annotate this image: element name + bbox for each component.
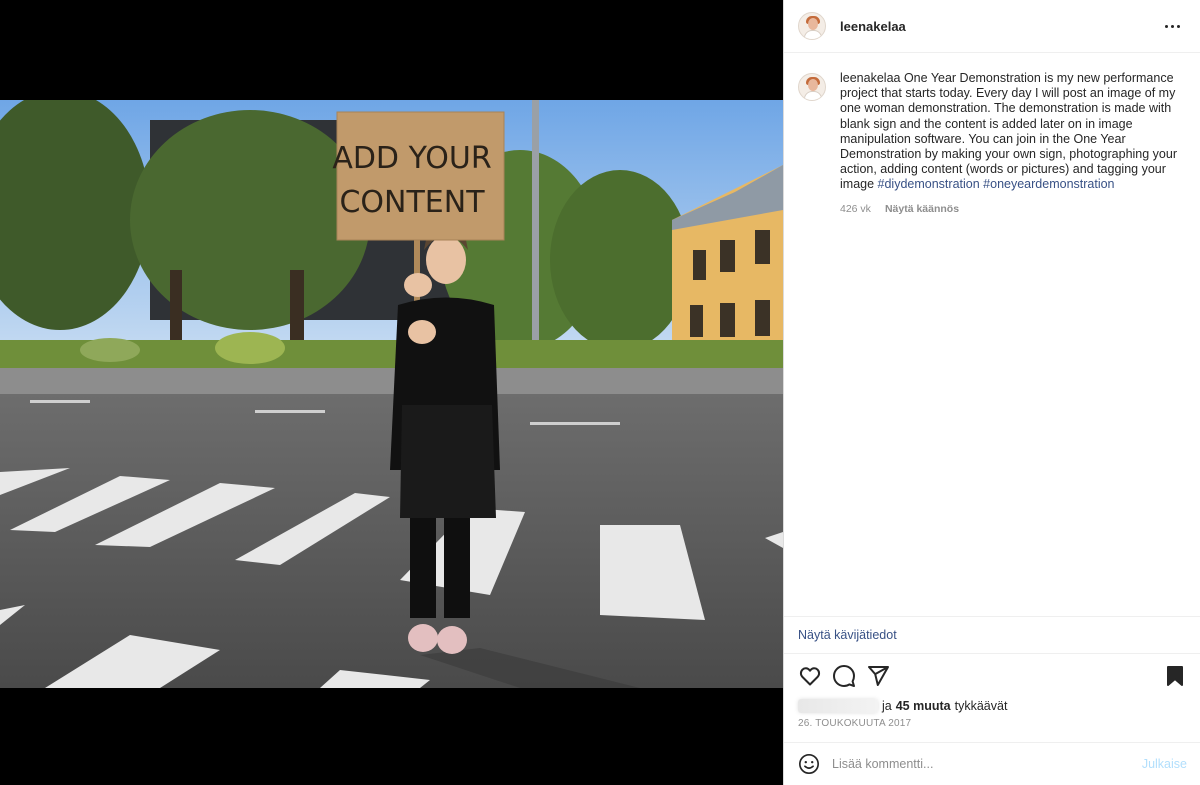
post-media: ADD YOUR CONTENT — [0, 0, 783, 785]
heart-icon[interactable] — [798, 664, 822, 688]
comment-input[interactable] — [832, 757, 1142, 771]
bookmark-icon[interactable] — [1163, 664, 1187, 688]
caption-username[interactable]: leenakelaa — [840, 71, 900, 85]
post-photo[interactable]: ADD YOUR CONTENT — [0, 100, 783, 688]
likes-suffix: tykkäävät — [954, 699, 1008, 713]
insights-bar: Näytä kävijätiedot — [784, 616, 1200, 654]
avatar[interactable] — [798, 12, 826, 40]
post-dialog: ADD YOUR CONTENT leenakelaa leenakelaa O… — [0, 0, 1200, 785]
action-bar — [784, 660, 1200, 692]
sign-text-line2: CONTENT — [339, 185, 485, 220]
photo-illustration: ADD YOUR CONTENT — [0, 100, 783, 688]
share-icon[interactable] — [866, 664, 890, 688]
caption-meta: 426 vk Näytä käännös — [840, 202, 1180, 217]
post-date: 26. TOUKOKUUTA 2017 — [798, 718, 912, 729]
header-username[interactable]: leenakelaa — [840, 19, 906, 34]
translate-button[interactable]: Näytä käännös — [885, 202, 959, 217]
post-age: 426 vk — [840, 202, 871, 215]
caption-avatar[interactable] — [798, 73, 826, 101]
hashtag-link[interactable]: #oneyeardemonstration — [983, 177, 1114, 191]
liker-names-redacted — [798, 699, 878, 713]
caption-text: One Year Demonstration is my new perform… — [840, 71, 1177, 192]
more-icon[interactable] — [1159, 19, 1186, 34]
likes-count[interactable]: 45 muuta — [896, 699, 951, 713]
publish-button[interactable]: Julkaise — [1142, 757, 1187, 771]
caption: leenakelaa One Year Demonstration is my … — [784, 53, 1200, 616]
likes-prefix: ja — [882, 699, 892, 713]
hashtag-link[interactable]: #diydemonstration — [878, 177, 980, 191]
comment-form: Julkaise — [784, 742, 1200, 785]
sign-text-line1: ADD YOUR — [332, 141, 491, 176]
likes-summary[interactable]: ja 45 muuta tykkäävät — [798, 699, 1007, 713]
comment-icon[interactable] — [832, 664, 856, 688]
post-side-panel: leenakelaa leenakelaa One Year Demonstra… — [783, 0, 1200, 785]
view-insights-link[interactable]: Näytä kävijätiedot — [798, 628, 897, 642]
post-header: leenakelaa — [784, 0, 1200, 53]
caption-body: leenakelaa One Year Demonstration is my … — [840, 71, 1180, 598]
emoji-icon[interactable] — [798, 753, 820, 775]
